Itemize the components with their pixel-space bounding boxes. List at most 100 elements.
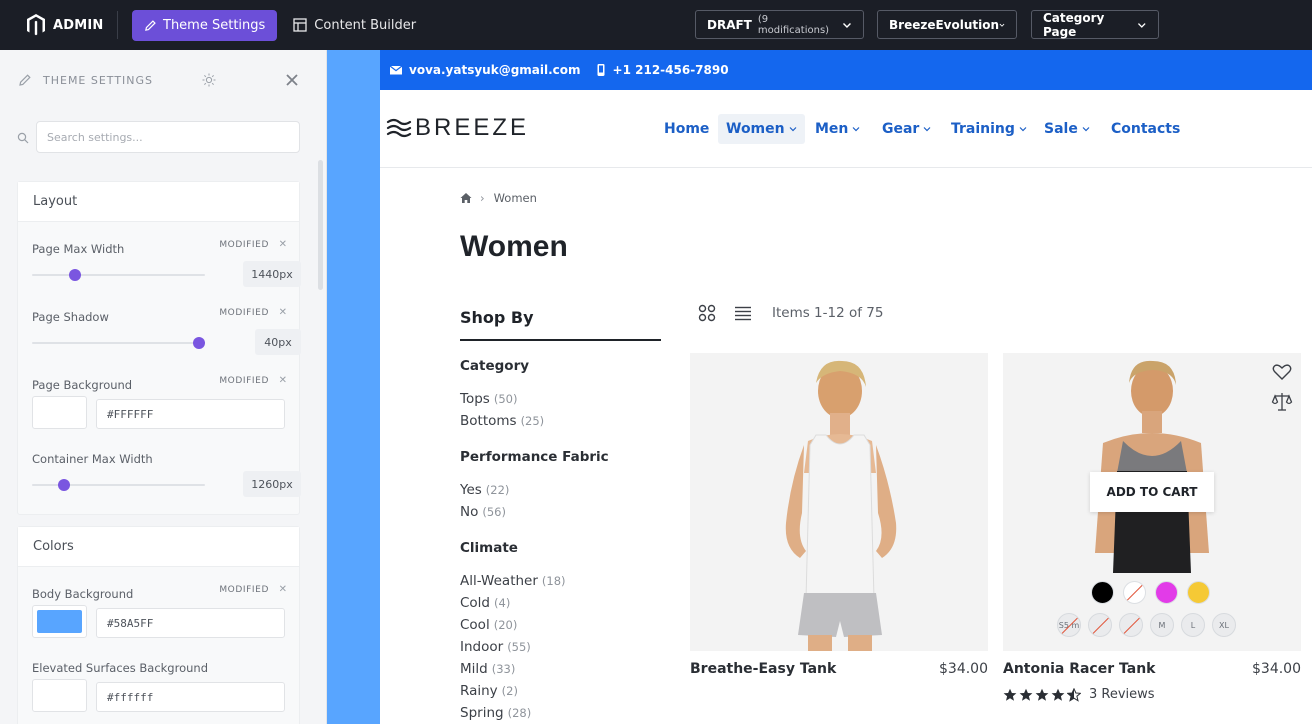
- star-icon: [1003, 688, 1017, 701]
- sidebar-scrollbar[interactable]: [318, 160, 323, 290]
- filter-option[interactable]: All-Weather (18): [460, 573, 566, 589]
- nav-item-home[interactable]: Home: [664, 114, 709, 144]
- filter-option[interactable]: Cold (4): [460, 595, 510, 611]
- body-background-hex-input[interactable]: #58A5FF: [96, 608, 285, 638]
- product-card[interactable]: Breathe-Easy Tank $34.00: [690, 353, 988, 677]
- product-image[interactable]: [690, 353, 988, 651]
- nav-item-training[interactable]: Training: [951, 114, 1027, 144]
- filter-option[interactable]: Mild (33): [460, 661, 515, 677]
- size-swatch[interactable]: XL: [1212, 613, 1236, 637]
- add-to-cart-button[interactable]: ADD TO CART: [1090, 472, 1214, 512]
- nav-item-women[interactable]: Women: [718, 114, 805, 144]
- color-swatch[interactable]: [1155, 581, 1178, 604]
- close-icon[interactable]: [285, 73, 299, 87]
- nav-item-contacts[interactable]: Contacts: [1111, 114, 1180, 144]
- filter-option[interactable]: Spring (28): [460, 705, 531, 721]
- grid-view-icon[interactable]: [698, 304, 716, 322]
- reset-icon[interactable]: ✕: [279, 239, 287, 250]
- page-shadow-value[interactable]: 40px: [255, 329, 301, 355]
- filter-option[interactable]: Bottoms (25): [460, 413, 544, 429]
- store-logo[interactable]: BREEZE: [386, 114, 529, 142]
- tab-theme-settings[interactable]: Theme Settings: [132, 9, 278, 41]
- star-icon: [1019, 688, 1033, 701]
- elevated-surfaces-hex-input[interactable]: #ffffff: [96, 682, 285, 712]
- layout-panel-header[interactable]: Layout: [18, 182, 299, 222]
- nav-item-sale[interactable]: Sale: [1044, 114, 1090, 144]
- admin-brand[interactable]: ADMIN: [0, 0, 117, 50]
- elevated-surfaces-swatch[interactable]: [32, 679, 87, 712]
- size-swatch[interactable]: M: [1150, 613, 1174, 637]
- filter-option[interactable]: Tops (50): [460, 391, 517, 407]
- page-background-hex-input[interactable]: #FFFFFF: [96, 399, 285, 429]
- body-background-swatch[interactable]: [32, 605, 87, 638]
- reset-icon[interactable]: ✕: [279, 584, 287, 595]
- filter-option[interactable]: Cool (20): [460, 617, 517, 633]
- product-name[interactable]: Breathe-Easy Tank: [690, 661, 836, 677]
- contact-phone[interactable]: +1 212-456-7890: [613, 63, 729, 77]
- colors-panel-header[interactable]: Colors: [18, 527, 299, 567]
- contact-email[interactable]: vova.yatsyuk@gmail.com: [409, 63, 581, 77]
- page-background-label: Page Background: [32, 378, 133, 392]
- star-half-icon: [1067, 687, 1081, 702]
- filter-category-title[interactable]: Category: [460, 358, 529, 374]
- layout-panel-title: Layout: [33, 194, 78, 209]
- filter-option-label: Bottoms: [460, 413, 517, 429]
- reset-icon[interactable]: ✕: [279, 307, 287, 318]
- color-swatch[interactable]: [1187, 581, 1210, 604]
- product-name[interactable]: Antonia Racer Tank: [1003, 661, 1155, 677]
- breadcrumb: › Women: [460, 191, 537, 205]
- filter-option[interactable]: No (56): [460, 504, 506, 520]
- nav-item-gear[interactable]: Gear: [882, 114, 931, 144]
- page-type-select[interactable]: Category Page: [1031, 10, 1159, 39]
- model-figure-icon: [785, 360, 897, 651]
- theme-select-value: BreezeEvolution: [889, 17, 1000, 32]
- filter-fabric-title[interactable]: Performance Fabric: [460, 449, 609, 465]
- container-max-width-slider[interactable]: [32, 479, 205, 491]
- page-max-width-slider[interactable]: [32, 269, 205, 281]
- container-max-width-value[interactable]: 1260px: [243, 471, 301, 497]
- reset-icon[interactable]: ✕: [279, 375, 287, 386]
- list-view-icon[interactable]: [734, 304, 752, 322]
- tab-content-builder[interactable]: Content Builder: [293, 18, 416, 33]
- product-image[interactable]: ADD TO CART S5 m M L XL: [1003, 353, 1301, 651]
- compare-icon[interactable]: [1271, 391, 1293, 413]
- slider-handle[interactable]: [69, 269, 82, 281]
- size-swatch[interactable]: [1088, 613, 1112, 637]
- size-swatch[interactable]: S5 m: [1057, 613, 1081, 637]
- page-shadow-slider[interactable]: [32, 337, 205, 349]
- color-swatch[interactable]: [1123, 581, 1146, 604]
- heart-icon[interactable]: [1271, 361, 1293, 383]
- nav-item-men[interactable]: Men: [815, 114, 860, 144]
- filter-option[interactable]: Yes (22): [460, 482, 509, 498]
- chevron-down-icon: [1138, 22, 1147, 28]
- product-card[interactable]: ADD TO CART S5 m M L XL Antonia Racer Ta…: [1003, 353, 1301, 702]
- filter-option[interactable]: Indoor (55): [460, 639, 531, 655]
- page-max-width-value[interactable]: 1440px: [243, 261, 301, 287]
- draft-select[interactable]: DRAFT (9 modifications): [695, 10, 864, 39]
- filter-option[interactable]: Rainy (2): [460, 683, 518, 699]
- nav-item-label: Training: [951, 121, 1015, 137]
- filter-option-count: (33): [491, 662, 516, 676]
- size-swatch[interactable]: [1119, 613, 1143, 637]
- size-swatch[interactable]: L: [1181, 613, 1205, 637]
- product-price: $34.00: [939, 661, 988, 677]
- color-preview: [37, 610, 82, 633]
- chevron-down-icon: [999, 23, 1005, 27]
- home-icon[interactable]: [460, 192, 472, 204]
- slider-handle[interactable]: [57, 479, 70, 491]
- review-count[interactable]: 3 Reviews: [1089, 687, 1155, 702]
- elevated-surfaces-label: Elevated Surfaces Background: [32, 661, 208, 675]
- page-background-swatch[interactable]: [32, 396, 87, 429]
- layout-panel: Layout Page Max Width MODIFIED ✕ 1440px …: [17, 181, 301, 515]
- filter-climate-title[interactable]: Climate: [460, 540, 518, 556]
- settings-search-input[interactable]: [36, 121, 300, 153]
- chevron-down-icon: [1019, 127, 1027, 132]
- slider-handle[interactable]: [193, 337, 205, 349]
- filter-option-label: No: [460, 504, 479, 520]
- star-icon: [1035, 688, 1049, 701]
- page-background-field: Page Background MODIFIED ✕ #FFFFFF: [32, 374, 287, 434]
- sun-icon[interactable]: [202, 73, 216, 87]
- theme-select[interactable]: BreezeEvolution: [877, 10, 1017, 39]
- sidebar-header: THEME SETTINGS: [0, 50, 326, 110]
- color-swatch[interactable]: [1091, 581, 1114, 604]
